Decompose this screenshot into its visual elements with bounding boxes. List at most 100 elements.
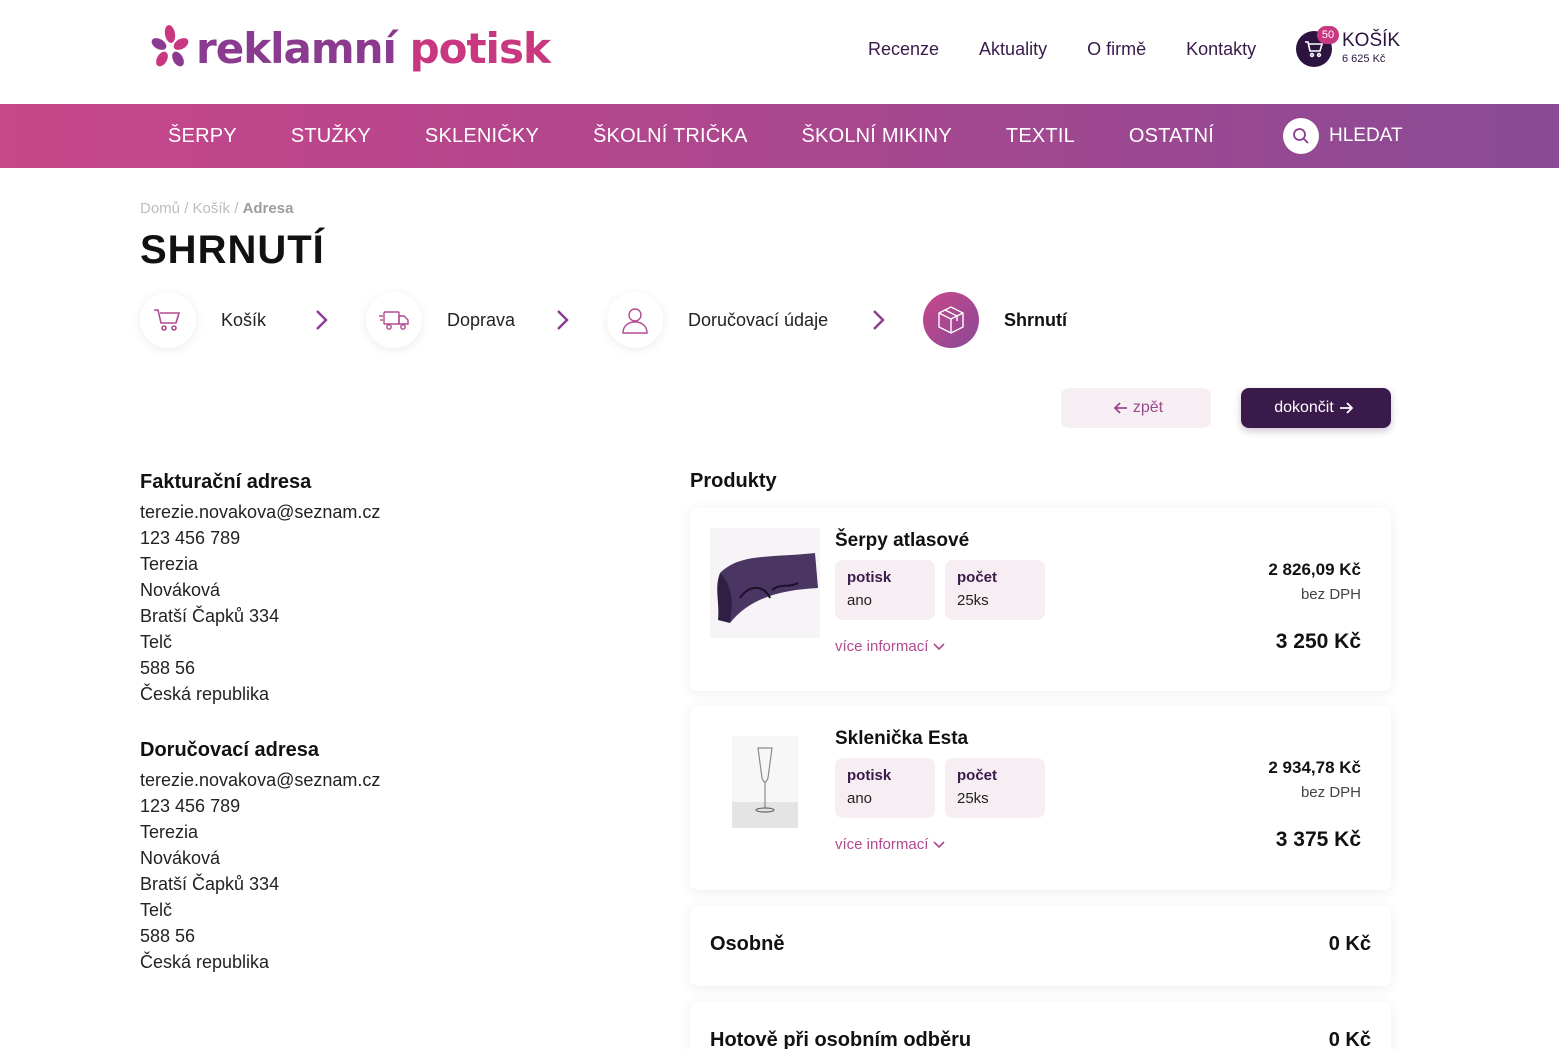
product-attr-potisk: potisk ano — [835, 560, 935, 620]
category-skolni-tricka[interactable]: ŠKOLNÍ TRIČKA — [593, 125, 748, 148]
product-card: Šerpy atlasové potisk ano počet 25ks víc… — [690, 508, 1391, 691]
step-truck-icon[interactable] — [366, 292, 422, 348]
delivery-last-name: Nováková — [140, 848, 221, 868]
checkout-steps: Košík Doprava Doručovací údaje Shrnutí — [140, 292, 1100, 348]
cart-count-badge: 50 — [1317, 26, 1339, 44]
back-button[interactable]: zpět — [1061, 388, 1211, 428]
billing-address-title: Fakturační adresa — [140, 471, 312, 493]
breadcrumb-separator: / — [184, 200, 189, 217]
product-image-glass — [710, 726, 820, 836]
shipping-summary-row: Osobně 0 Kč — [690, 906, 1391, 986]
breadcrumb-home[interactable]: Domů — [140, 200, 180, 217]
product-attr-pocet: počet 25ks — [945, 560, 1045, 620]
delivery-country: Česká republika — [140, 952, 270, 972]
logo[interactable]: reklamní potisk — [150, 22, 551, 76]
price-with-vat: 3 250 Kč — [1275, 630, 1361, 653]
top-nav: Recenze Aktuality O firmě Kontakty — [868, 36, 1296, 62]
delivery-phone: 123 456 789 — [140, 796, 241, 816]
billing-last-name: Nováková — [140, 580, 221, 600]
nav-link-kontakty[interactable]: Kontakty — [1186, 36, 1256, 62]
product-name[interactable]: Sklenička Esta — [835, 726, 968, 752]
attr-value: ano — [847, 790, 873, 807]
billing-city: Telč — [140, 632, 173, 652]
more-info-link[interactable]: více informací — [835, 836, 945, 853]
step-cart-icon[interactable] — [140, 292, 196, 348]
cart-button[interactable]: 50 KOŠÍK 6 625 Kč — [1296, 26, 1400, 72]
product-image-sash — [710, 528, 820, 638]
attr-value: 25ks — [957, 592, 989, 609]
chevron-right-icon — [557, 310, 569, 330]
delivery-city: Telč — [140, 900, 173, 920]
price-without-vat-label: bez DPH — [1300, 586, 1361, 603]
logo-text-part2: potisk — [409, 24, 551, 73]
cart-total: 6 625 Kč — [1342, 53, 1386, 65]
step-box-icon[interactable] — [923, 292, 979, 348]
attr-key: potisk — [847, 569, 892, 586]
payment-summary-row: Hotově při osobním odběru 0 Kč — [690, 1002, 1391, 1049]
breadcrumb-separator: / — [234, 200, 239, 217]
product-attr-potisk: potisk ano — [835, 758, 935, 818]
billing-phone: 123 456 789 — [140, 528, 241, 548]
step-label-doprava[interactable]: Doprava — [447, 308, 515, 332]
step-label-kosik[interactable]: Košík — [221, 308, 266, 332]
product-card: Sklenička Esta potisk ano počet 25ks víc… — [690, 706, 1391, 890]
price-without-vat-label: bez DPH — [1300, 784, 1361, 801]
breadcrumb: Domů / Košík / Adresa — [140, 200, 293, 217]
chevron-right-icon — [873, 310, 885, 330]
search-label: HLEDAT — [1329, 125, 1403, 146]
breadcrumb-current: Adresa — [242, 200, 294, 217]
chevron-down-icon — [933, 642, 945, 650]
chevron-down-icon — [933, 840, 945, 848]
nav-link-aktuality[interactable]: Aktuality — [979, 36, 1047, 62]
billing-address: Fakturační adresa terezie.novakova@sezna… — [140, 469, 560, 707]
product-name[interactable]: Šerpy atlasové — [835, 528, 969, 554]
category-serpy[interactable]: ŠERPY — [168, 125, 237, 148]
delivery-street: Bratší Čapků 334 — [140, 874, 280, 894]
category-bar: ŠERPY STUŽKY SKLENIČKY ŠKOLNÍ TRIČKA ŠKO… — [0, 104, 1559, 168]
arrow-left-icon — [1113, 402, 1127, 414]
price-without-vat: 2 826,09 Kč — [1268, 560, 1361, 579]
search-button[interactable]: HLEDAT — [1283, 118, 1403, 154]
attr-key: potisk — [847, 767, 892, 784]
delivery-address: Doručovací adresa terezie.novakova@sezna… — [140, 737, 560, 975]
nav-link-o-firme[interactable]: O firmě — [1087, 36, 1146, 62]
step-label-shrnuti: Shrnutí — [1004, 310, 1067, 330]
flower-logo-icon — [151, 25, 189, 67]
payment-price: 0 Kč — [1328, 1029, 1371, 1049]
more-info-label: více informací — [835, 836, 929, 853]
attr-value: ano — [847, 592, 873, 609]
page-title: SHRNUTÍ — [140, 228, 325, 272]
more-info-link[interactable]: více informací — [835, 638, 945, 655]
site-header: reklamní potisk Recenze Aktuality O firm… — [0, 0, 1559, 104]
step-label-dorucovaci-udaje[interactable]: Doručovací údaje — [688, 308, 828, 332]
search-icon — [1283, 118, 1319, 154]
category-nav: ŠERPY STUŽKY SKLENIČKY ŠKOLNÍ TRIČKA ŠKO… — [168, 104, 1268, 168]
finish-button-label: dokončit — [1274, 399, 1334, 416]
attr-key: počet — [957, 569, 998, 586]
more-info-label: více informací — [835, 638, 929, 655]
attr-value: 25ks — [957, 790, 989, 807]
billing-first-name: Terezia — [140, 554, 199, 574]
delivery-first-name: Terezia — [140, 822, 199, 842]
delivery-zip: 588 56 — [140, 926, 196, 946]
products-title: Produkty — [690, 470, 777, 492]
finish-button[interactable]: dokončit — [1241, 388, 1391, 428]
back-button-label: zpět — [1132, 399, 1164, 416]
nav-link-recenze[interactable]: Recenze — [868, 36, 939, 62]
billing-zip: 588 56 — [140, 658, 196, 678]
category-textil[interactable]: TEXTIL — [1006, 125, 1075, 148]
category-sklenicky[interactable]: SKLENIČKY — [425, 125, 539, 148]
category-skolni-mikiny[interactable]: ŠKOLNÍ MIKINY — [802, 125, 952, 148]
cart-label: KOŠÍK — [1342, 30, 1401, 51]
delivery-address-title: Doručovací adresa — [140, 739, 319, 761]
category-ostatni[interactable]: OSTATNÍ — [1129, 125, 1214, 148]
billing-street: Bratší Čapků 334 — [140, 606, 280, 626]
attr-key: počet — [957, 767, 998, 784]
logo-text-part1: reklamní — [196, 24, 397, 73]
shipping-method-label: Osobně — [710, 933, 785, 955]
payment-method-label: Hotově při osobním odběru — [710, 1029, 972, 1049]
category-stuzky[interactable]: STUŽKY — [291, 125, 371, 148]
billing-country: Česká republika — [140, 684, 270, 704]
step-user-icon[interactable] — [607, 292, 663, 348]
breadcrumb-cart[interactable]: Košík — [193, 200, 231, 217]
